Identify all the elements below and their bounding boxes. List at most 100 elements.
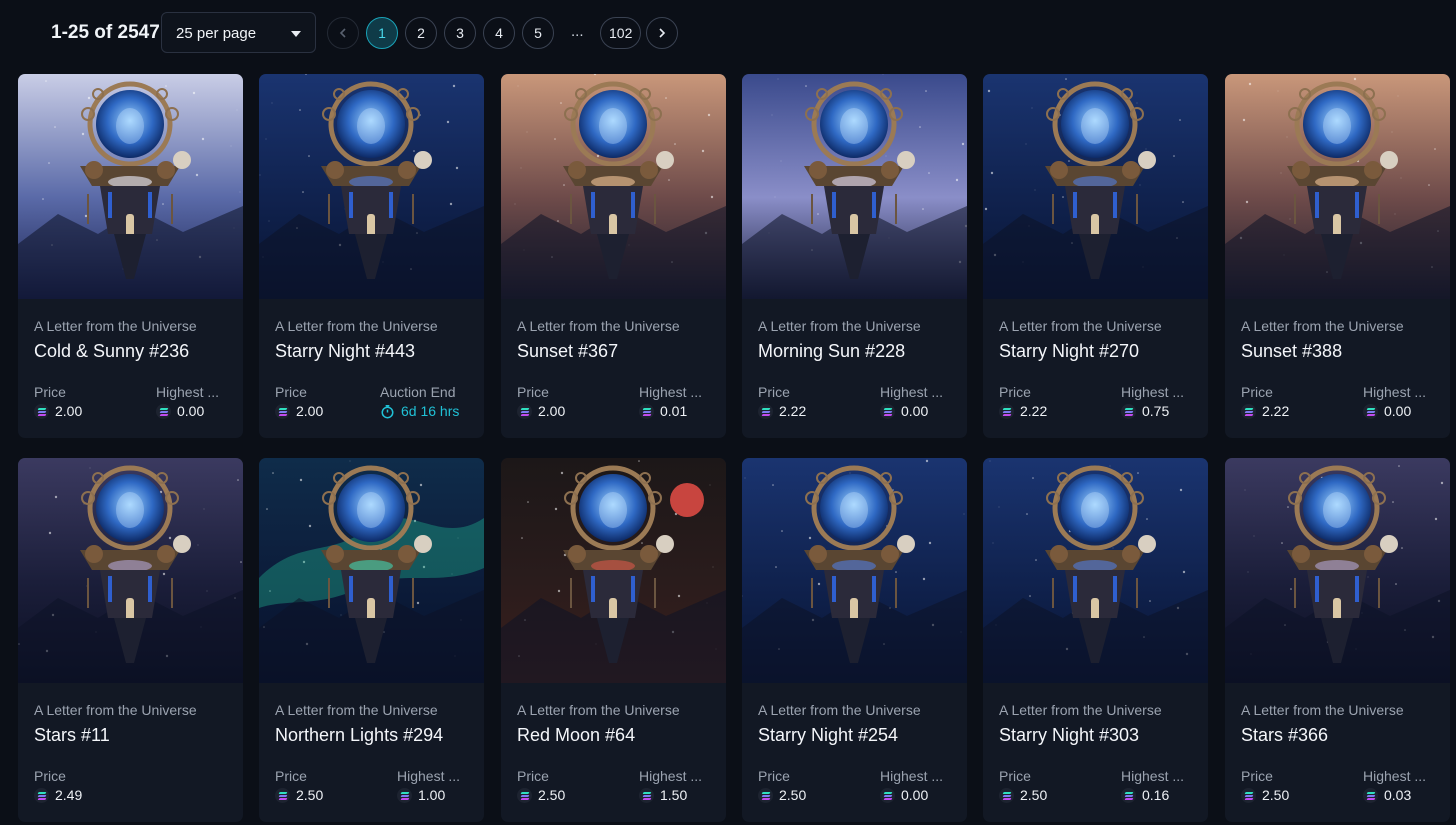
per-page-value: 25 per page: [176, 25, 257, 42]
price-value: 2.00: [517, 403, 565, 419]
nft-title[interactable]: Morning Sun #228: [758, 341, 905, 362]
nft-card[interactable]: A Letter from the Universe Starry Night …: [742, 458, 967, 822]
sol-icon: [1121, 403, 1136, 419]
price-value: 2.49: [34, 787, 82, 803]
nft-artwork[interactable]: [1225, 458, 1450, 683]
price-label: Price: [517, 768, 549, 784]
nft-artwork[interactable]: [501, 74, 726, 299]
highest-bid-amount: 0.16: [1142, 787, 1170, 803]
sol-icon: [639, 403, 654, 419]
collection-name[interactable]: A Letter from the Universe: [1241, 318, 1404, 334]
nft-card[interactable]: A Letter from the Universe Starry Night …: [983, 74, 1208, 438]
nft-artwork[interactable]: [983, 74, 1208, 299]
sol-icon: [156, 403, 171, 419]
price-label: Price: [999, 384, 1031, 400]
nft-artwork[interactable]: [501, 458, 726, 683]
nft-card[interactable]: A Letter from the Universe Stars #11 Pri…: [18, 458, 243, 822]
collection-name[interactable]: A Letter from the Universe: [1241, 702, 1404, 718]
collection-name[interactable]: A Letter from the Universe: [34, 318, 197, 334]
collection-name[interactable]: A Letter from the Universe: [275, 702, 438, 718]
chevron-right-icon: [659, 28, 666, 38]
nft-artwork[interactable]: [259, 458, 484, 683]
price-amount: 2.50: [296, 787, 324, 803]
highest-bid-label: Highest ...: [1363, 384, 1427, 400]
collection-name[interactable]: A Letter from the Universe: [275, 318, 438, 334]
price-amount: 2.00: [538, 403, 566, 419]
auction-end-value: 6d 16 hrs: [380, 403, 459, 419]
nft-title[interactable]: Northern Lights #294: [275, 725, 443, 746]
nft-title[interactable]: Starry Night #303: [999, 725, 1139, 746]
sol-icon: [758, 787, 773, 803]
nft-title[interactable]: Cold & Sunny #236: [34, 341, 189, 362]
collection-name[interactable]: A Letter from the Universe: [758, 318, 921, 334]
nft-title[interactable]: Sunset #388: [1241, 341, 1342, 362]
nft-title[interactable]: Sunset #367: [517, 341, 618, 362]
highest-bid-label: Highest ...: [156, 384, 220, 400]
highest-bid-label: Highest ...: [880, 768, 944, 784]
nft-artwork[interactable]: [18, 458, 243, 683]
nft-artwork[interactable]: [742, 74, 967, 299]
nft-title[interactable]: Stars #11: [34, 725, 110, 746]
sol-icon: [1241, 403, 1256, 419]
sol-icon: [758, 403, 773, 419]
nft-card[interactable]: A Letter from the Universe Starry Night …: [259, 74, 484, 438]
nft-title[interactable]: Starry Night #270: [999, 341, 1139, 362]
nft-card[interactable]: A Letter from the Universe Northern Ligh…: [259, 458, 484, 822]
sol-icon: [397, 787, 412, 803]
highest-bid-label: Highest ...: [880, 384, 944, 400]
per-page-select[interactable]: 25 per page: [161, 12, 316, 53]
price-label: Price: [758, 384, 790, 400]
price-value: 2.50: [275, 787, 323, 803]
price-value: 2.50: [999, 787, 1047, 803]
collection-name[interactable]: A Letter from the Universe: [517, 702, 680, 718]
nft-card[interactable]: A Letter from the Universe Red Moon #64 …: [501, 458, 726, 822]
nft-title[interactable]: Starry Night #254: [758, 725, 898, 746]
highest-bid-value: 0.16: [1121, 787, 1169, 803]
page-button-4[interactable]: 4: [483, 17, 515, 49]
page-button-3[interactable]: 3: [444, 17, 476, 49]
price-value: 2.50: [1241, 787, 1289, 803]
page-button-last[interactable]: 102: [600, 17, 642, 49]
highest-bid-value: 0.00: [880, 787, 928, 803]
sol-icon: [34, 403, 49, 419]
price-amount: 2.22: [1020, 403, 1048, 419]
sol-icon: [999, 787, 1014, 803]
nft-card[interactable]: A Letter from the Universe Stars #366 Pr…: [1225, 458, 1450, 822]
sol-icon: [1121, 787, 1136, 803]
page-button-1[interactable]: 1: [366, 17, 398, 49]
highest-bid-value: 0.01: [639, 403, 687, 419]
page-button-5[interactable]: 5: [522, 17, 554, 49]
nft-card[interactable]: A Letter from the Universe Sunset #388 P…: [1225, 74, 1450, 438]
nft-card[interactable]: A Letter from the Universe Sunset #367 P…: [501, 74, 726, 438]
nft-title[interactable]: Red Moon #64: [517, 725, 635, 746]
timer-icon: [381, 404, 394, 418]
collection-name[interactable]: A Letter from the Universe: [999, 318, 1162, 334]
collection-name[interactable]: A Letter from the Universe: [517, 318, 680, 334]
next-page-button[interactable]: [646, 17, 678, 49]
price-amount: 2.22: [1262, 403, 1290, 419]
page-button-2[interactable]: 2: [405, 17, 437, 49]
collection-name[interactable]: A Letter from the Universe: [758, 702, 921, 718]
nft-artwork[interactable]: [1225, 74, 1450, 299]
prev-page-button[interactable]: [327, 17, 359, 49]
price-label: Price: [517, 384, 549, 400]
nft-artwork[interactable]: [983, 458, 1208, 683]
highest-bid-amount: 0.00: [1384, 403, 1412, 419]
sol-icon: [34, 787, 49, 803]
collection-name[interactable]: A Letter from the Universe: [999, 702, 1162, 718]
nft-title[interactable]: Stars #366: [1241, 725, 1328, 746]
price-value: 2.22: [999, 403, 1047, 419]
sol-icon: [275, 403, 290, 419]
sol-icon: [1363, 787, 1378, 803]
nft-artwork[interactable]: [18, 74, 243, 299]
nft-artwork[interactable]: [259, 74, 484, 299]
nft-card[interactable]: A Letter from the Universe Cold & Sunny …: [18, 74, 243, 438]
nft-title[interactable]: Starry Night #443: [275, 341, 415, 362]
nft-artwork[interactable]: [742, 458, 967, 683]
price-value: 2.50: [758, 787, 806, 803]
collection-name[interactable]: A Letter from the Universe: [34, 702, 197, 718]
nft-card[interactable]: A Letter from the Universe Morning Sun #…: [742, 74, 967, 438]
nft-card[interactable]: A Letter from the Universe Starry Night …: [983, 458, 1208, 822]
price-label: Price: [275, 768, 307, 784]
highest-bid-amount: 0.75: [1142, 403, 1170, 419]
